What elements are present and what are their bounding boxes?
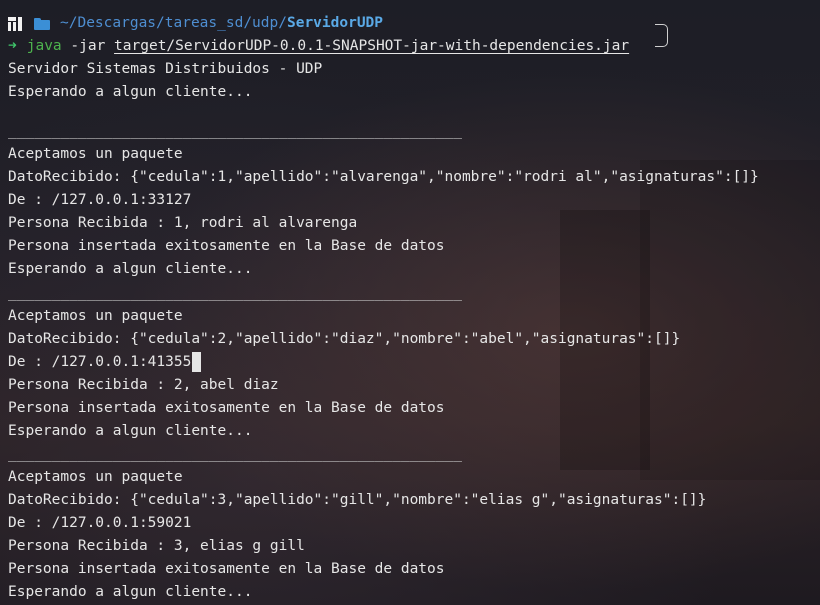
text-cursor: [192, 351, 202, 372]
current-directory: ~/Descargas/tareas_sd/udp/ServidorUDP: [60, 12, 383, 35]
output-line-accepted: Aceptamos un paquete: [8, 307, 183, 324]
output-line-inserted: Persona insertada exitosamente en la Bas…: [8, 399, 445, 416]
output-line-accepted: Aceptamos un paquete: [8, 468, 183, 485]
from-address: De : /127.0.0.1:41355: [8, 353, 192, 370]
output-line-from: De : /127.0.0.1:41355: [8, 351, 820, 374]
output-line-inserted: Persona insertada exitosamente en la Bas…: [8, 560, 445, 577]
output-line-server-title: Servidor Sistemas Distribuidos - UDP: [8, 61, 323, 78]
path-current-folder: ServidorUDP: [286, 15, 384, 31]
output-line-dato: DatoRecibido: {"cedula":2,"apellido":"di…: [8, 330, 681, 347]
command-file-path: target/ServidorUDP-0.0.1-SNAPSHOT-jar-wi…: [114, 38, 630, 55]
separator-line: ________________________________________…: [8, 123, 462, 140]
output-line-waiting: Esperando a algun cliente...: [8, 261, 253, 278]
output-line-waiting: Esperando a algun cliente...: [8, 584, 253, 601]
manjaro-logo-icon: [8, 16, 22, 31]
separator-line: ________________________________________…: [8, 284, 462, 301]
folder-icon: [34, 17, 50, 30]
output-line-accepted: Aceptamos un paquete: [8, 146, 183, 163]
scroll-indicator-bracket: [655, 24, 668, 47]
path-prefix: ~/Descargas/tareas_sd/udp/: [60, 15, 287, 31]
output-line-waiting: Esperando a algun cliente...: [8, 84, 253, 101]
output-line-waiting: Esperando a algun cliente...: [8, 422, 253, 439]
output-line-dato: DatoRecibido: {"cedula":1,"apellido":"al…: [8, 169, 759, 186]
output-line-dato: DatoRecibido: {"cedula":3,"apellido":"gi…: [8, 491, 707, 508]
output-line-persona: Persona Recibida : 3, elias g gill: [8, 537, 305, 554]
output-line-from: De : /127.0.0.1:59021: [8, 514, 192, 531]
output-line-from: De : /127.0.0.1:33127: [8, 192, 192, 209]
terminal-output[interactable]: ~/Descargas/tareas_sd/udp/ServidorUDP ➜ j…: [0, 0, 820, 605]
separator-line: ________________________________________…: [8, 445, 462, 462]
output-line-persona: Persona Recibida : 2, abel diaz: [8, 376, 279, 393]
output-line-inserted: Persona insertada exitosamente en la Bas…: [8, 238, 445, 255]
command-line[interactable]: ➜ java -jar target/ServidorUDP-0.0.1-SNAP…: [8, 35, 820, 58]
output-line-persona: Persona Recibida : 1, rodri al alvarenga: [8, 215, 358, 232]
prompt-path-line: ~/Descargas/tareas_sd/udp/ServidorUDP: [8, 12, 820, 35]
